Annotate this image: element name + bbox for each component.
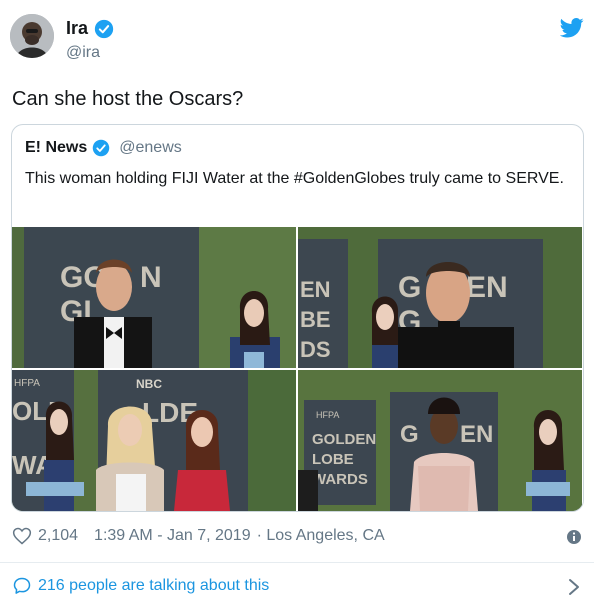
photo-3[interactable]: HFPA OLD WA NBC LDE [12,370,296,511]
svg-text:LOBE: LOBE [312,451,354,468]
svg-text:BE: BE [300,307,331,332]
svg-text:EN: EN [466,271,508,304]
avatar-image [10,14,54,58]
heart-icon[interactable] [12,526,32,546]
avatar[interactable] [10,14,54,58]
timestamp[interactable]: 1:39 AM - Jan 7, 2019 [94,527,251,545]
verified-badge-icon [93,139,110,157]
quoted-text: This woman holding FIJI Water at the #Go… [25,170,564,187]
location[interactable]: · Los Angeles, CA [257,527,385,545]
svg-text:G: G [400,421,419,448]
svg-text:G: G [398,271,421,304]
svg-text:GOLDEN: GOLDEN [312,431,376,448]
photo-4-image: HFPA GOLDEN LOBE WARDS G EN [298,370,582,511]
conversation-text[interactable]: 216 people are talking about this [38,577,269,595]
chevron-right-icon[interactable] [568,578,580,596]
divider [0,562,594,563]
quoted-author-row[interactable]: E! News @enews [25,139,182,157]
photo-1-image: GO GL N [12,227,296,368]
svg-text:EN: EN [460,421,493,448]
photo-2[interactable]: EN BE DS G EN G [298,227,582,368]
svg-text:HFPA: HFPA [316,410,339,420]
tweet-stats: 2,104 1:39 AM - Jan 7, 2019 · Los Angele… [12,526,385,546]
svg-text:DS: DS [300,337,331,362]
photo-2-image: EN BE DS G EN G [298,227,582,368]
photo-4[interactable]: HFPA GOLDEN LOBE WARDS G EN [298,370,582,511]
svg-text:EN: EN [300,277,331,302]
speech-bubble-icon [13,577,31,594]
svg-text:HFPA: HFPA [14,378,40,389]
author-handle[interactable]: @ira [66,44,100,62]
tweet-text: Can she host the Oscars? [12,88,244,110]
verified-badge-icon [94,19,114,38]
quoted-tweet[interactable]: E! News @enews This woman holding FIJI W… [11,124,584,512]
svg-text:N: N [140,261,162,294]
quoted-display-name: E! News [25,139,88,156]
svg-text:NBC: NBC [136,377,162,391]
twitter-bird-icon[interactable] [560,18,584,38]
photo-3-image: HFPA OLD WA NBC LDE [12,370,296,511]
tweet-card: Ira @ira Can she host the Oscars? E! New… [0,0,594,602]
svg-text:WARDS: WARDS [312,471,368,488]
quoted-handle: @enews [119,139,182,156]
photo-1[interactable]: GO GL N [12,227,296,368]
author-name-row[interactable]: Ira [66,18,114,39]
info-icon[interactable] [566,529,582,545]
author-display-name[interactable]: Ira [66,18,88,39]
conversation-link[interactable]: 216 people are talking about this [12,576,269,596]
photo-grid: GO GL N EN BE DS G EN G HFPA OLD WA NBC … [12,227,583,511]
like-count[interactable]: 2,104 [38,527,78,545]
